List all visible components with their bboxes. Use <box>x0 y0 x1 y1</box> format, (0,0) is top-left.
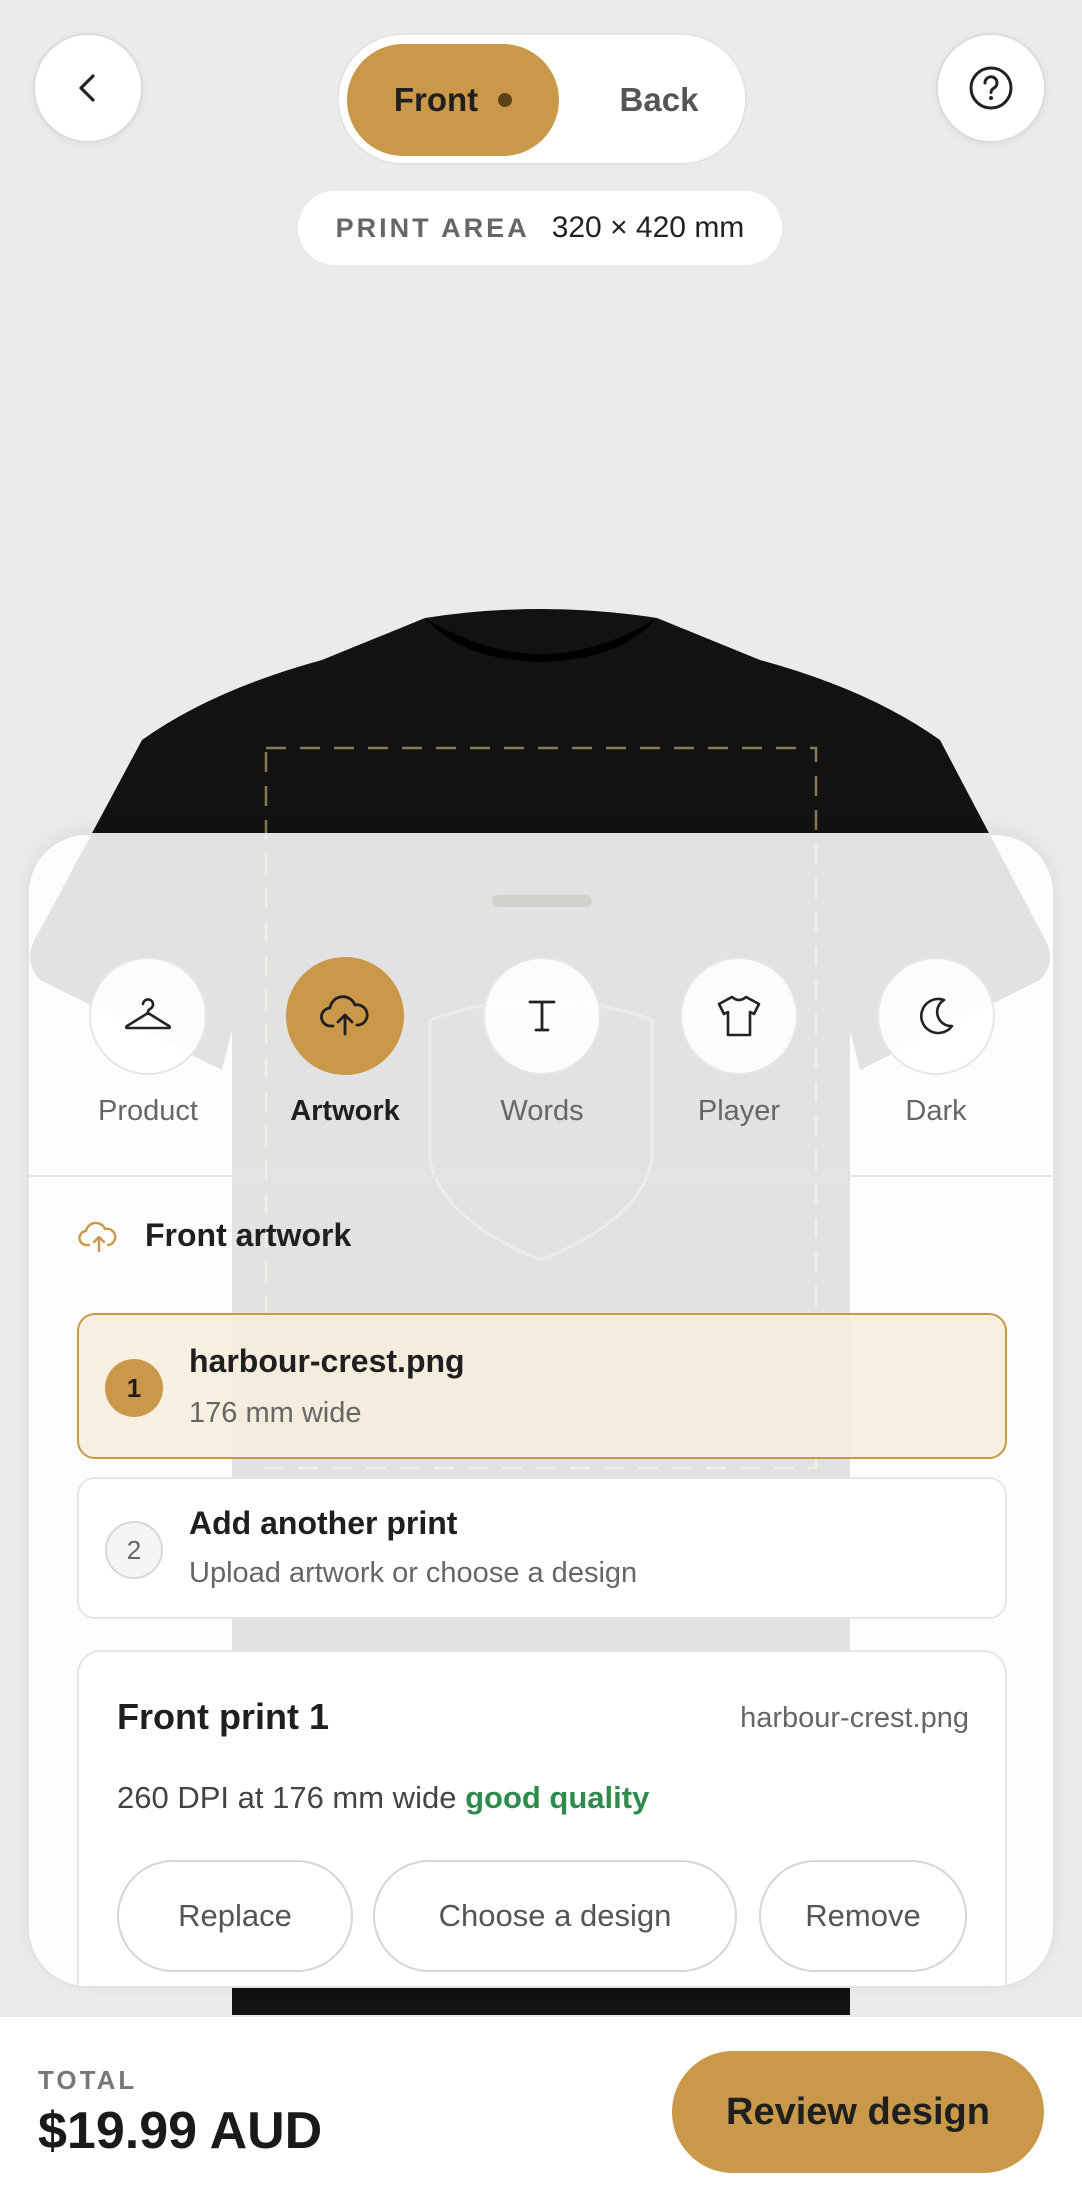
sheet-drag-handle[interactable] <box>492 895 592 907</box>
artwork-filename: harbour-crest.png <box>189 1343 465 1379</box>
replace-button[interactable]: Replace <box>117 1860 353 1972</box>
total-label: TOTAL <box>38 2065 138 2095</box>
tool-dark-label: Dark <box>905 1095 967 1127</box>
dpi-info: 260 DPI at 176 mm wide good quality <box>117 1780 649 1816</box>
tool-player-label: Player <box>697 1095 781 1127</box>
review-design-label: Review design <box>726 2090 990 2133</box>
cloud-upload-icon <box>320 995 369 1036</box>
item-number-badge: 2 <box>105 1521 163 1579</box>
choose-design-button[interactable]: Choose a design <box>373 1860 737 1972</box>
front-artwork-header: Front artwork <box>77 1215 351 1255</box>
print-area-value: 320 × 420 mm <box>551 211 745 244</box>
question-circle-icon <box>969 66 1013 110</box>
tool-dark[interactable]: Dark <box>861 957 1011 1128</box>
add-print-item[interactable]: 2 Add another print Upload artwork or ch… <box>77 1477 1007 1619</box>
tool-artwork-label: Artwork <box>290 1095 400 1127</box>
print-area-label: PRINT AREA <box>335 212 530 243</box>
tool-product-label: Product <box>98 1095 198 1127</box>
front-side-button[interactable]: Front <box>347 44 559 156</box>
tshirt-icon <box>717 995 761 1037</box>
add-print-title: Add another print <box>189 1505 458 1541</box>
cloud-upload-icon <box>78 1221 117 1253</box>
selected-dot-icon <box>498 93 513 107</box>
back-button[interactable] <box>33 33 143 143</box>
remove-button[interactable]: Remove <box>759 1860 967 1972</box>
section-title: Front artwork <box>145 1216 352 1253</box>
print-details-card: Front print 1 harbour-crest.png 260 DPI … <box>77 1650 1007 1986</box>
artwork-width: 176 mm wide <box>189 1397 362 1429</box>
remove-label: Remove <box>805 1898 921 1933</box>
total-price: $19.99 AUD <box>38 2102 323 2160</box>
tool-product[interactable]: Product <box>73 957 223 1128</box>
tool-dark-circle <box>877 957 995 1075</box>
hanger-icon <box>124 998 172 1030</box>
replace-label: Replace <box>178 1898 292 1933</box>
design-panel: Product Artwork Words Player Dark Front … <box>27 833 1055 1988</box>
dpi-text: 260 DPI at 176 mm wide <box>117 1780 457 1815</box>
side-toggle: Front Back <box>337 33 747 165</box>
tool-words-label: Words <box>500 1095 584 1127</box>
tool-artwork-circle <box>286 957 404 1075</box>
panel-divider <box>29 1175 1053 1177</box>
tool-player[interactable]: Player <box>664 957 814 1128</box>
item-number-badge: 1 <box>105 1359 163 1417</box>
text-icon <box>528 1000 556 1032</box>
print-title: Front print 1 <box>117 1696 329 1737</box>
back-label: Back <box>619 81 699 118</box>
tool-player-circle <box>680 957 798 1075</box>
print-area-badge: PRINT AREA 320 × 420 mm <box>298 191 782 265</box>
help-button[interactable] <box>936 33 1046 143</box>
artwork-item-selected[interactable]: 1 harbour-crest.png 176 mm wide <box>77 1313 1007 1459</box>
checkout-footer: TOTAL $19.99 AUD Review design <box>0 2015 1082 2204</box>
quality-status: good quality <box>465 1780 650 1815</box>
back-side-button[interactable]: Back <box>579 44 739 156</box>
tool-product-circle <box>89 957 207 1075</box>
add-print-subtitle: Upload artwork or choose a design <box>189 1557 638 1589</box>
tool-artwork[interactable]: Artwork <box>270 957 420 1128</box>
tool-words-circle <box>483 957 601 1075</box>
review-design-button[interactable]: Review design <box>672 2051 1044 2173</box>
front-label: Front <box>393 81 479 118</box>
tool-words[interactable]: Words <box>467 957 617 1128</box>
moon-icon <box>920 997 954 1035</box>
chevron-left-icon <box>79 74 95 102</box>
print-file-name: harbour-crest.png <box>740 1702 969 1734</box>
choose-design-label: Choose a design <box>438 1898 672 1933</box>
